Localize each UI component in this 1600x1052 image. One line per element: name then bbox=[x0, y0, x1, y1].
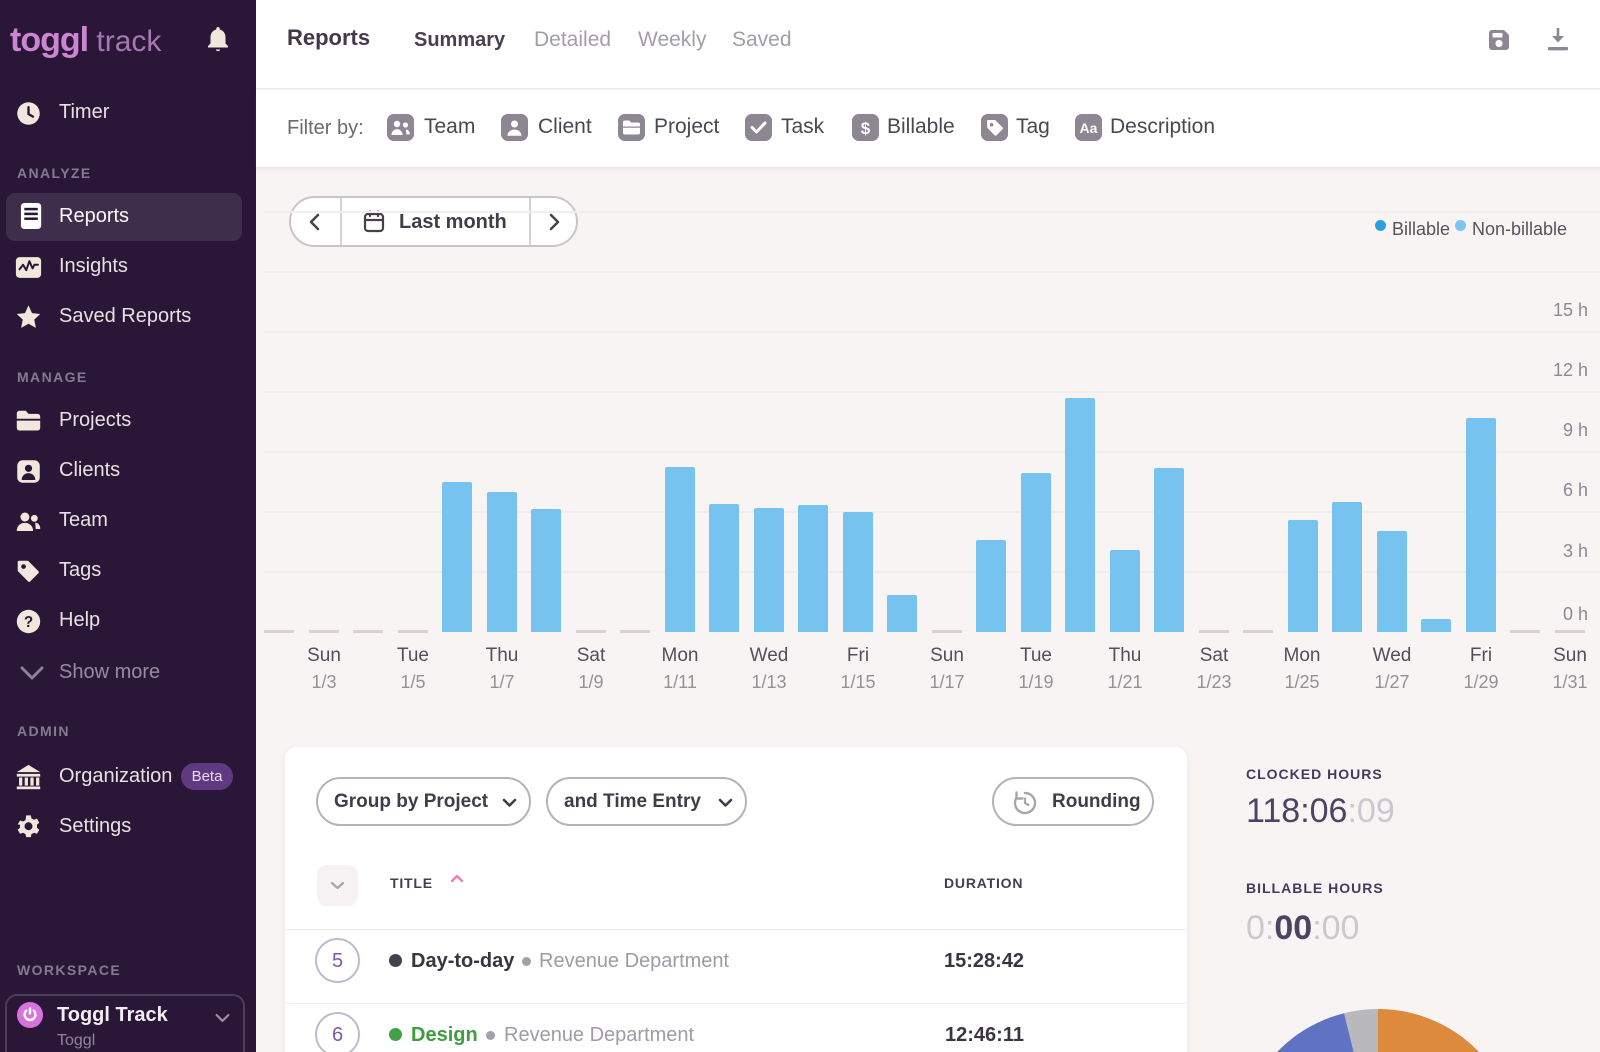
svg-text:?: ? bbox=[24, 614, 33, 631]
svg-text:$: $ bbox=[861, 119, 871, 138]
svg-text:Aa: Aa bbox=[1080, 120, 1098, 136]
